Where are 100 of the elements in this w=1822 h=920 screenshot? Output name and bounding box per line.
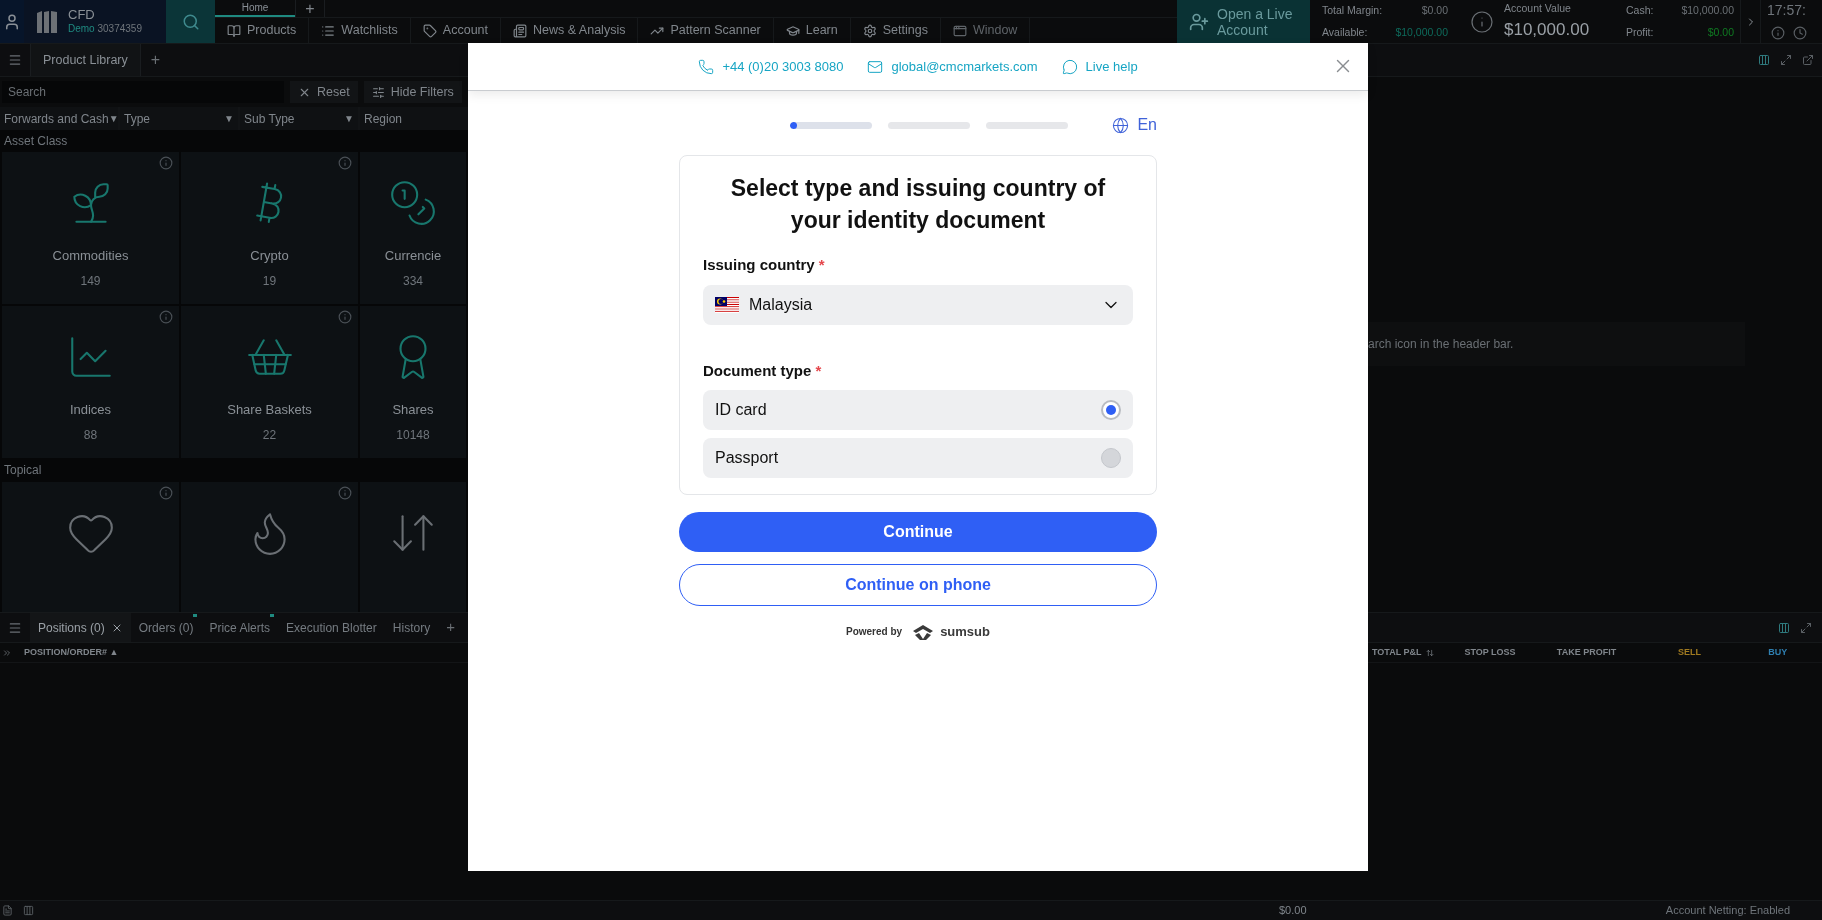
account-value: $10,000.00 bbox=[1504, 18, 1590, 41]
total-amount: $0.00 bbox=[1279, 903, 1307, 919]
panel-tab[interactable]: Positions (0) bbox=[30, 613, 131, 642]
stat-label: Available: bbox=[1322, 24, 1368, 40]
maximize-icon[interactable] bbox=[1780, 54, 1792, 66]
workspace-tab[interactable]: Home bbox=[215, 0, 295, 17]
column-header[interactable]: TOTAL P&L bbox=[1368, 645, 1461, 660]
clock-icon[interactable] bbox=[1793, 25, 1807, 40]
add-tab-button[interactable]: + bbox=[140, 48, 171, 72]
info-message: arch icon in the header bar. bbox=[1368, 322, 1745, 366]
balance-label: Cash: bbox=[1626, 2, 1654, 18]
section-heading: Asset Class bbox=[0, 130, 468, 152]
tile-label: Commodities bbox=[52, 247, 129, 265]
panel-tab[interactable]: Product Library bbox=[30, 44, 141, 76]
continue-button[interactable]: Continue bbox=[679, 512, 1157, 552]
info-icon[interactable] bbox=[159, 486, 173, 500]
panel-tab[interactable]: Execution Blotter bbox=[278, 613, 385, 642]
add-tab-button[interactable]: + bbox=[295, 0, 325, 17]
balance-label: Profit: bbox=[1626, 24, 1654, 40]
product-tile[interactable]: Share Baskets 22 bbox=[181, 306, 358, 458]
column-header[interactable]: POSITION/ORDER# ▲ bbox=[24, 645, 468, 660]
newspaper-icon bbox=[513, 23, 527, 38]
column-header[interactable]: TAKE PROFIT bbox=[1552, 645, 1646, 660]
layout-icon[interactable] bbox=[1778, 621, 1790, 634]
info-icon[interactable] bbox=[338, 156, 352, 170]
stat-value: $10,000.00 bbox=[1395, 24, 1448, 40]
clock: 17:57: bbox=[1766, 1, 1807, 20]
profile-button[interactable] bbox=[0, 0, 24, 43]
hide-filters-button[interactable]: Hide Filters bbox=[363, 81, 462, 103]
maximize-icon[interactable] bbox=[1800, 621, 1812, 634]
contact-link[interactable]: +44 (0)20 3003 8080 bbox=[698, 56, 844, 77]
menu-icon[interactable] bbox=[8, 620, 22, 635]
nav-item[interactable]: Products bbox=[215, 18, 310, 43]
product-tile[interactable]: Crypto 19 bbox=[181, 152, 358, 304]
product-tile[interactable]: Currencie 334 bbox=[360, 152, 466, 304]
column-header[interactable]: BUY bbox=[1733, 645, 1822, 660]
nav-item[interactable]: Watchlists bbox=[309, 18, 411, 43]
tile-count: 10148 bbox=[396, 426, 430, 444]
search-icon bbox=[181, 12, 200, 31]
expand-icon[interactable] bbox=[2, 647, 12, 658]
search-button[interactable] bbox=[166, 0, 215, 43]
panel-tab[interactable]: Orders (0) bbox=[130, 613, 202, 642]
product-tile[interactable] bbox=[181, 482, 358, 612]
add-tab-button[interactable]: + bbox=[438, 616, 463, 639]
panel-tab[interactable]: Price Alerts bbox=[201, 613, 279, 642]
globe-icon bbox=[1112, 116, 1130, 134]
tile-label: Indices bbox=[69, 401, 112, 419]
account-value-label: Account Value bbox=[1504, 0, 1572, 16]
grid-icon[interactable] bbox=[23, 905, 34, 916]
stat-label: Total Margin: bbox=[1322, 2, 1383, 18]
language-button[interactable]: En bbox=[1112, 113, 1157, 137]
contact-link[interactable]: global@cmcmarkets.com bbox=[867, 56, 1038, 77]
search-field[interactable]: Search bbox=[2, 81, 284, 103]
contact-link[interactable]: Live help bbox=[1061, 56, 1138, 77]
account-type: CFD bbox=[68, 7, 96, 22]
account-label: Demo bbox=[68, 22, 95, 34]
reset-button[interactable]: Reset bbox=[290, 81, 358, 103]
brand-name: sumsub bbox=[940, 623, 990, 641]
flag-icon bbox=[715, 296, 739, 313]
column-header[interactable]: SELL bbox=[1645, 645, 1734, 660]
account-number: 30374359 bbox=[97, 22, 142, 34]
document-option[interactable]: Passport bbox=[703, 438, 1133, 478]
document-icon[interactable] bbox=[2, 905, 13, 916]
open-live-account-button[interactable]: Open a Live Account bbox=[1177, 0, 1310, 43]
info-icon[interactable] bbox=[159, 156, 173, 170]
balance-value: $0.00 bbox=[1707, 24, 1734, 40]
sliders-icon bbox=[371, 85, 385, 99]
required-mark: * bbox=[818, 256, 825, 273]
radio-button[interactable] bbox=[1101, 400, 1121, 420]
chat-icon bbox=[1061, 58, 1078, 75]
tag-icon bbox=[422, 23, 437, 38]
radio-button[interactable] bbox=[1101, 448, 1121, 468]
product-tile[interactable]: Shares 10148 bbox=[360, 306, 466, 458]
stat-value: $0.00 bbox=[1421, 2, 1448, 18]
mail-icon bbox=[867, 58, 884, 75]
panel-tab[interactable]: History bbox=[384, 613, 439, 642]
info-icon[interactable] bbox=[1771, 25, 1785, 40]
balance-value: $10,000.00 bbox=[1681, 2, 1734, 18]
info-icon[interactable] bbox=[159, 310, 173, 324]
netting-status: Account Netting: Enabled bbox=[1665, 903, 1790, 919]
field-label: Issuing country bbox=[703, 256, 815, 273]
coins-icon bbox=[388, 178, 438, 228]
window-icon bbox=[952, 23, 967, 38]
product-tile[interactable] bbox=[360, 482, 466, 612]
sort-icon bbox=[1425, 648, 1434, 657]
product-tile[interactable]: Commodities 149 bbox=[2, 152, 179, 304]
popout-icon[interactable] bbox=[1802, 54, 1814, 66]
powered-by-label: Powered by bbox=[846, 625, 903, 640]
menu-icon[interactable] bbox=[8, 53, 22, 67]
country-select[interactable]: Malaysia bbox=[703, 284, 1133, 325]
info-icon[interactable] bbox=[338, 486, 352, 500]
layout-icon[interactable] bbox=[1758, 54, 1770, 66]
info-icon[interactable] bbox=[1470, 9, 1494, 34]
info-icon[interactable] bbox=[338, 310, 352, 324]
tile-count: 88 bbox=[83, 426, 98, 444]
document-option[interactable]: ID card bbox=[703, 390, 1133, 430]
list-icon bbox=[321, 23, 336, 38]
product-tile[interactable]: Indices 88 bbox=[2, 306, 179, 458]
column-header[interactable]: STOP LOSS bbox=[1460, 645, 1553, 660]
product-tile[interactable] bbox=[2, 482, 179, 612]
